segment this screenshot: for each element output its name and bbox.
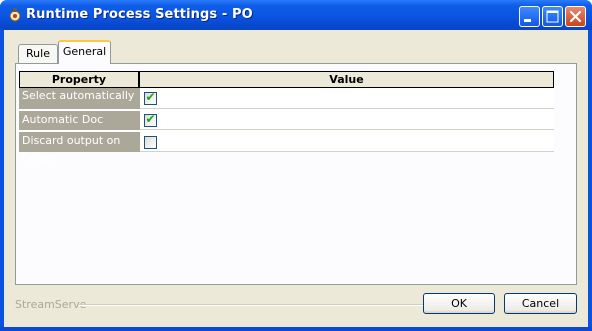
checkmark-icon: ✔ (145, 112, 156, 126)
maximize-icon (546, 10, 559, 23)
title-bar[interactable]: Runtime Process Settings - PO (0, 0, 592, 30)
close-icon (569, 10, 582, 23)
tab-rule[interactable]: Rule (18, 44, 58, 64)
value-column-header[interactable]: Value (139, 71, 554, 88)
minimize-button[interactable] (519, 6, 540, 27)
dialog-window: Runtime Process Settings - PO Rule Gener… (0, 0, 592, 331)
property-name-automatic-doc-trigger[interactable]: Automatic Doc Trigger (19, 111, 140, 143)
window-bottom-border (0, 327, 592, 331)
cancel-button[interactable]: Cancel (504, 293, 577, 314)
property-value-select-automatically: ✔ (140, 88, 554, 109)
property-name-discard-output-on-failure[interactable]: Discard output on failure (19, 132, 140, 164)
tab-general[interactable]: General (58, 40, 111, 64)
ok-button[interactable]: OK (423, 293, 495, 314)
automatic-doc-trigger-checkbox[interactable]: ✔ (144, 112, 157, 127)
property-value-automatic-doc-trigger: ✔ (140, 111, 554, 130)
select-automatically-checkbox[interactable]: ✔ (144, 90, 157, 105)
minimize-icon (524, 19, 531, 22)
property-column-header[interactable]: Property (19, 71, 139, 88)
discard-output-on-failure-checkbox[interactable] (144, 136, 157, 149)
dialog-body: Rule General Property Value Select autom… (4, 30, 588, 327)
app-icon (9, 8, 21, 22)
footer-divider (79, 304, 429, 306)
property-name-select-automatically[interactable]: Select automatically (19, 88, 140, 109)
property-value-discard-output-on-failure (140, 132, 554, 152)
close-button[interactable] (565, 6, 586, 27)
brand-label: StreamServe (15, 298, 87, 311)
window-title: Runtime Process Settings - PO (26, 7, 253, 22)
maximize-button[interactable] (542, 6, 563, 27)
checkmark-icon: ✔ (145, 90, 156, 104)
